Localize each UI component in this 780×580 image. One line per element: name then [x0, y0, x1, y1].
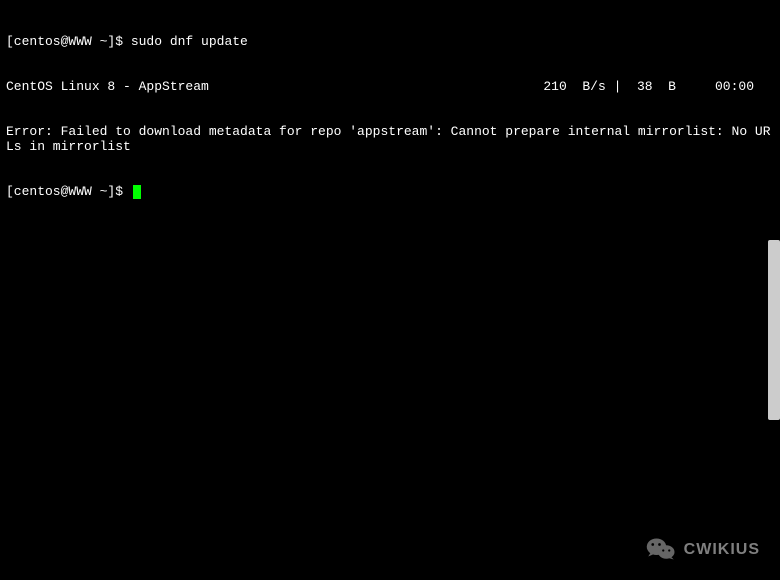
prompt-2: [centos@WWW ~]$ — [6, 184, 131, 199]
error-message: Error: Failed to download metadata for r… — [6, 124, 774, 154]
watermark: CWIKIUS — [646, 536, 760, 562]
repo-name: CentOS Linux 8 - AppStream — [6, 79, 209, 94]
command-1-text: sudo dnf update — [131, 34, 248, 49]
prompt-1: [centos@WWW ~]$ — [6, 34, 131, 49]
command-line-1: [centos@WWW ~]$ sudo dnf update — [6, 34, 774, 49]
terminal-output[interactable]: [centos@WWW ~]$ sudo dnf update CentOS L… — [0, 0, 780, 218]
repo-status-line: CentOS Linux 8 - AppStream 210 B/s | 38 … — [6, 79, 774, 94]
wechat-icon — [646, 536, 676, 562]
watermark-text: CWIKIUS — [684, 542, 760, 557]
repo-speed-info: 210 B/s | 38 B 00:00 — [543, 79, 774, 94]
command-line-2: [centos@WWW ~]$ — [6, 184, 774, 199]
scrollbar-thumb[interactable] — [768, 240, 780, 420]
cursor-block — [133, 185, 141, 199]
